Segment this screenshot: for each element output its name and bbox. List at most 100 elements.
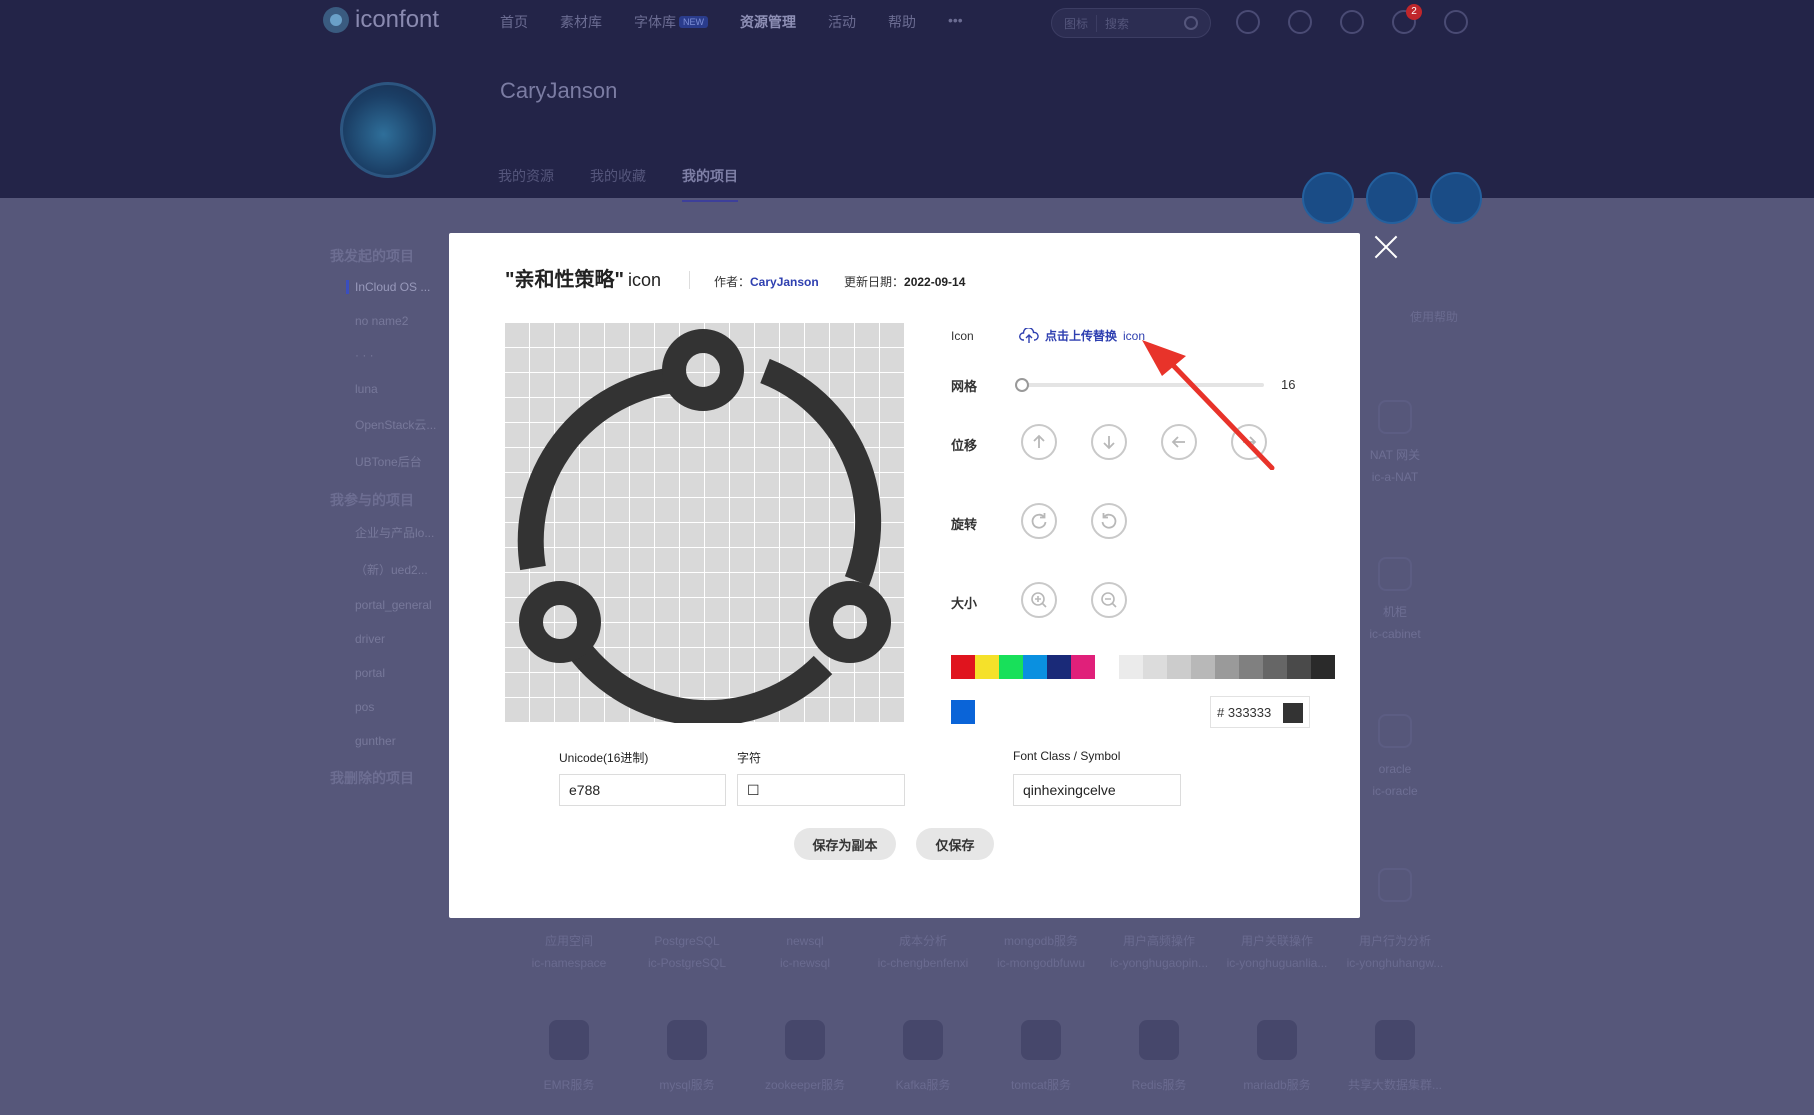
custom-color-swatch[interactable] bbox=[951, 700, 975, 724]
icon-tile[interactable]: mongodb服务 ic-mongodbfuwu bbox=[982, 930, 1100, 974]
fab-folder-button[interactable] bbox=[1366, 172, 1418, 224]
sidebar-project-item[interactable]: UBTone后台 bbox=[355, 453, 450, 470]
color-swatch[interactable] bbox=[951, 655, 975, 679]
color-swatch[interactable] bbox=[999, 655, 1023, 679]
color-swatch[interactable] bbox=[1287, 655, 1311, 679]
search-input[interactable]: 搜索 bbox=[1097, 15, 1184, 32]
sidebar-deleted-title[interactable]: 我删除的项目 bbox=[330, 768, 450, 788]
grid-row-label: 网格 bbox=[951, 379, 978, 394]
nav-resources[interactable]: 资源管理 bbox=[740, 12, 796, 32]
sidebar-project-item[interactable]: portal bbox=[355, 666, 450, 680]
tab-my-favorites[interactable]: 我的收藏 bbox=[590, 166, 646, 202]
save-as-copy-button[interactable]: 保存为副本 bbox=[794, 828, 896, 860]
unicode-input[interactable] bbox=[559, 774, 726, 806]
upload-replace-link[interactable]: 点击上传替换 icon bbox=[1019, 327, 1145, 344]
author-name[interactable]: CaryJanson bbox=[750, 275, 819, 289]
sidebar-project-item[interactable]: no name2 bbox=[355, 314, 450, 328]
cart-icon[interactable] bbox=[1340, 10, 1364, 34]
save-only-button[interactable]: 仅保存 bbox=[916, 828, 994, 860]
search-icon[interactable] bbox=[1184, 16, 1198, 30]
upload-cloud-icon bbox=[1019, 327, 1039, 343]
icon-tile[interactable]: 用户高频操作 ic-yonghugaopin... bbox=[1100, 930, 1218, 974]
nav-fonts[interactable]: 字体库 NEW bbox=[634, 12, 708, 32]
color-swatch[interactable] bbox=[975, 655, 999, 679]
icon-tile[interactable]: Redis服务 bbox=[1100, 1020, 1218, 1093]
sidebar-project-item[interactable]: gunther bbox=[355, 734, 450, 748]
nav-materials[interactable]: 素材库 bbox=[560, 12, 602, 32]
search-scope[interactable]: 图标 bbox=[1052, 14, 1098, 32]
icon-tile[interactable]: 共享大数据集群... bbox=[1336, 1020, 1454, 1093]
notification-icon[interactable]: 2 bbox=[1392, 4, 1422, 34]
icon-tile[interactable]: tomcat服务 bbox=[982, 1020, 1100, 1093]
move-up-button[interactable] bbox=[1021, 424, 1057, 460]
icon-tile[interactable]: EMR服务 bbox=[510, 1020, 628, 1093]
sidebar-created-title[interactable]: 我发起的项目 bbox=[330, 246, 450, 266]
color-swatch[interactable] bbox=[1071, 655, 1095, 679]
zoom-out-icon bbox=[1101, 592, 1117, 608]
icon-tile[interactable]: PostgreSQL ic-PostgreSQL bbox=[628, 930, 746, 974]
sidebar-project-item[interactable]: portal_general bbox=[355, 598, 450, 612]
icon-tile[interactable]: newsql ic-newsql bbox=[746, 930, 864, 974]
top-search[interactable]: 图标 搜索 bbox=[1051, 8, 1211, 38]
color-swatch[interactable] bbox=[1263, 655, 1287, 679]
icon-tile[interactable]: 应用空间 ic-namespace bbox=[510, 930, 628, 974]
fab-sort-button[interactable] bbox=[1430, 172, 1482, 224]
rotate-clockwise-button[interactable] bbox=[1021, 503, 1057, 539]
icon-tile[interactable]: zookeeper服务 bbox=[746, 1020, 864, 1093]
sidebar-project-item[interactable]: luna bbox=[355, 382, 450, 396]
color-swatch[interactable] bbox=[1191, 655, 1215, 679]
sidebar-project-item[interactable]: pos bbox=[355, 700, 450, 714]
move-down-button[interactable] bbox=[1091, 424, 1127, 460]
sidebar-project-item[interactable]: driver bbox=[355, 632, 450, 646]
icon-tile[interactable]: mysql服务 bbox=[628, 1020, 746, 1093]
color-swatch[interactable] bbox=[1167, 655, 1191, 679]
iconfont-logo[interactable]: iconfont bbox=[323, 6, 439, 34]
grid-slider-handle[interactable] bbox=[1015, 378, 1029, 392]
color-swatch[interactable] bbox=[1023, 655, 1047, 679]
upload-cloud-icon[interactable] bbox=[1236, 10, 1260, 34]
icon-tile[interactable]: Kafka服务 bbox=[864, 1020, 982, 1093]
nav-help[interactable]: 帮助 bbox=[888, 12, 916, 32]
fontclass-input[interactable] bbox=[1013, 774, 1181, 806]
tab-my-projects[interactable]: 我的项目 bbox=[682, 166, 738, 202]
close-icon[interactable] bbox=[1373, 234, 1399, 260]
color-swatch[interactable] bbox=[1047, 655, 1071, 679]
color-swatch[interactable] bbox=[1119, 655, 1143, 679]
sidebar-project-item[interactable]: （新）ued2... bbox=[355, 561, 450, 578]
icon-tile[interactable]: 成本分析 ic-chengbenfenxi bbox=[864, 930, 982, 974]
icon-arc-left bbox=[517, 367, 677, 571]
rotate-row-label: 旋转 bbox=[951, 517, 978, 532]
nav-more[interactable]: ••• bbox=[948, 12, 963, 32]
rotate-counterclockwise-button[interactable] bbox=[1091, 503, 1127, 539]
color-swatch[interactable] bbox=[1215, 655, 1239, 679]
title-divider bbox=[689, 271, 690, 289]
icon-tile[interactable]: mariadb服务 bbox=[1218, 1020, 1336, 1093]
fab-search-button[interactable] bbox=[1302, 172, 1354, 224]
icon-node-top bbox=[662, 329, 744, 411]
icon-tile[interactable]: 用户行为分析 ic-yonghuhangw... bbox=[1336, 930, 1454, 974]
nav-activity[interactable]: 活动 bbox=[828, 12, 856, 32]
color-swatch[interactable] bbox=[1095, 655, 1119, 679]
zookeeper-icon bbox=[785, 1020, 825, 1060]
sidebar-project-item[interactable]: InCloud OS ... bbox=[346, 280, 441, 294]
tab-my-resources[interactable]: 我的资源 bbox=[498, 166, 554, 202]
zoom-in-button[interactable] bbox=[1021, 582, 1057, 618]
language-icon[interactable] bbox=[1288, 10, 1312, 34]
bigdata-cluster-icon bbox=[1375, 1020, 1415, 1060]
sidebar-project-item[interactable]: 企业与产品lo... bbox=[355, 524, 450, 541]
modal-date: 更新日期：2022-09-14 bbox=[844, 273, 965, 290]
color-swatch[interactable] bbox=[1239, 655, 1263, 679]
char-input[interactable] bbox=[737, 774, 905, 806]
nav-home[interactable]: 首页 bbox=[500, 12, 528, 32]
color-swatch[interactable] bbox=[1311, 655, 1335, 679]
sidebar-project-item[interactable]: · · · bbox=[355, 348, 450, 362]
sidebar-joined-title[interactable]: 我参与的项目 bbox=[330, 490, 450, 510]
hex-color-input[interactable]: # 333333 bbox=[1210, 696, 1310, 728]
user-avatar-small[interactable] bbox=[1444, 10, 1468, 34]
zoom-out-button[interactable] bbox=[1091, 582, 1127, 618]
sidebar-project-item[interactable]: OpenStack云... bbox=[355, 416, 450, 433]
icon-tile[interactable]: 用户关联操作 ic-yonghuguanlia... bbox=[1218, 930, 1336, 974]
help-link[interactable]: 使用帮助 bbox=[1410, 308, 1458, 325]
color-swatch[interactable] bbox=[1143, 655, 1167, 679]
icon-tile-name: Kafka服务 bbox=[895, 1078, 951, 1092]
